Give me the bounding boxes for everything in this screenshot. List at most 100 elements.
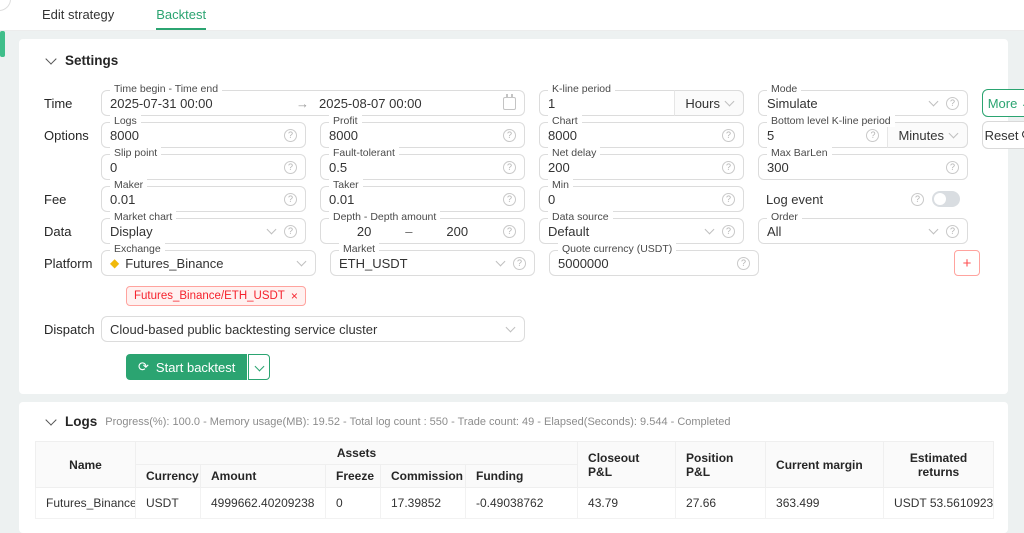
help-icon[interactable]: ?	[722, 225, 735, 238]
calendar-icon[interactable]	[503, 97, 516, 110]
help-icon[interactable]: ?	[722, 129, 735, 142]
bottom-kline-field[interactable]: Bottom level K-line period 5 ? Minutes	[758, 122, 968, 148]
maker-value[interactable]: 0.01	[110, 192, 277, 207]
time-range-field[interactable]: Time begin - Time end 2025-07-31 00:00 →…	[101, 90, 525, 116]
data-source-label: Data source	[548, 211, 613, 223]
taker-field[interactable]: Taker 0.01 ?	[320, 186, 525, 212]
help-icon[interactable]: ?	[737, 257, 750, 270]
depth-field[interactable]: Depth - Depth amount 20 – 200 ?	[320, 218, 525, 244]
fault-tolerant-field[interactable]: Fault-tolerant 0.5 ?	[320, 154, 525, 180]
market-label: Market	[339, 243, 379, 255]
help-icon[interactable]: ?	[866, 129, 879, 142]
col-name: Name	[36, 442, 136, 488]
chevron-down-icon	[929, 97, 939, 107]
close-icon[interactable]: ×	[291, 289, 298, 303]
help-icon[interactable]: ?	[503, 161, 516, 174]
arrow-right-icon: →	[286, 96, 319, 111]
start-backtest-button[interactable]: ⟳ Start backtest	[126, 354, 247, 380]
more-button[interactable]: More ▲	[982, 89, 1024, 117]
help-icon[interactable]: ?	[503, 225, 516, 238]
logs-header[interactable]: Logs Progress(%): 100.0 - Memory usage(M…	[19, 414, 1008, 429]
order-select[interactable]: Order All ?	[758, 218, 968, 244]
exchange-select[interactable]: Exchange ◆ Futures_Binance	[101, 250, 316, 276]
tab-edit-strategy[interactable]: Edit strategy	[42, 0, 114, 30]
logs-panel: Logs Progress(%): 100.0 - Memory usage(M…	[19, 402, 1008, 533]
settings-title: Settings	[65, 53, 118, 68]
help-icon[interactable]: ?	[946, 161, 959, 174]
chart-value[interactable]: 8000	[548, 128, 715, 143]
dispatch-select[interactable]: Cloud-based public backtesting service c…	[101, 316, 525, 342]
maker-field[interactable]: Maker 0.01 ?	[101, 186, 306, 212]
max-barlen-field[interactable]: Max BarLen 300 ?	[758, 154, 968, 180]
help-icon[interactable]: ?	[284, 129, 297, 142]
profit-label: Profit	[329, 115, 362, 127]
bottom-kline-value[interactable]: 5	[767, 128, 859, 143]
mode-select[interactable]: Mode Simulate ?	[758, 90, 968, 116]
tab-backtest[interactable]: Backtest	[156, 0, 206, 30]
max-barlen-value[interactable]: 300	[767, 160, 939, 175]
reset-button[interactable]: Reset ⟳	[982, 121, 1024, 149]
more-button-label: More	[988, 96, 1018, 111]
row-label-fee: Fee	[44, 192, 101, 207]
help-icon[interactable]: ?	[284, 225, 297, 238]
time-begin-value[interactable]: 2025-07-31 00:00	[110, 96, 286, 111]
help-icon[interactable]: ?	[284, 161, 297, 174]
profit-value[interactable]: 8000	[329, 128, 496, 143]
min-value[interactable]: 0	[548, 192, 715, 207]
profit-field[interactable]: Profit 8000 ?	[320, 122, 525, 148]
tab-bar: Edit strategy Backtest	[0, 0, 1024, 31]
kline-period-field[interactable]: K-line period 1 Hours	[539, 90, 744, 116]
help-icon[interactable]: ?	[722, 193, 735, 206]
kline-unit-select[interactable]: Hours	[674, 90, 744, 116]
col-commission: Commission	[381, 465, 466, 488]
logs-title: Logs	[65, 414, 97, 429]
min-field[interactable]: Min 0 ?	[539, 186, 744, 212]
chevron-down-icon	[949, 129, 959, 139]
col-amount: Amount	[201, 465, 326, 488]
row-dispatch: Dispatch Cloud-based public backtesting …	[44, 316, 1008, 342]
depth-max-value[interactable]: 200	[419, 224, 497, 239]
net-delay-value[interactable]: 200	[548, 160, 715, 175]
market-chart-select[interactable]: Market chart Display ?	[101, 218, 306, 244]
logs-value[interactable]: 8000	[110, 128, 277, 143]
scroll-indicator[interactable]	[0, 31, 5, 57]
table-header-row-1: Name Assets Closeout P&L Position P&L Cu…	[36, 442, 994, 465]
log-event-toggle[interactable]	[932, 191, 960, 207]
start-backtest-dropdown[interactable]	[248, 354, 270, 380]
col-closeout-pnl: Closeout P&L	[578, 442, 676, 488]
help-icon[interactable]: ?	[911, 193, 924, 206]
net-delay-field[interactable]: Net delay 200 ?	[539, 154, 744, 180]
kline-period-value[interactable]: 1	[548, 96, 666, 111]
settings-header[interactable]: Settings	[19, 53, 1008, 68]
add-platform-button[interactable]: +	[954, 250, 980, 276]
depth-min-value[interactable]: 20	[329, 224, 399, 239]
data-source-select[interactable]: Data source Default ?	[539, 218, 744, 244]
help-icon[interactable]: ?	[503, 193, 516, 206]
col-currency: Currency	[136, 465, 201, 488]
help-icon[interactable]: ?	[284, 193, 297, 206]
time-end-value[interactable]: 2025-08-07 00:00	[319, 96, 495, 111]
help-icon[interactable]: ?	[513, 257, 526, 270]
kline-period-label: K-line period	[548, 83, 615, 95]
row-label-dispatch: Dispatch	[44, 322, 101, 337]
bottom-kline-unit-select[interactable]: Minutes	[887, 122, 968, 148]
row-label-time: Time	[44, 96, 101, 111]
market-select[interactable]: Market ETH_USDT ?	[330, 250, 535, 276]
help-icon[interactable]: ?	[503, 129, 516, 142]
help-icon[interactable]: ?	[722, 161, 735, 174]
logs-field[interactable]: Logs 8000 ?	[101, 122, 306, 148]
taker-value[interactable]: 0.01	[329, 192, 496, 207]
chevron-down-icon	[725, 97, 735, 107]
mode-value: Simulate	[767, 96, 924, 111]
pair-tag[interactable]: Futures_Binance/ETH_USDT ×	[126, 286, 306, 306]
chart-field[interactable]: Chart 8000 ?	[539, 122, 744, 148]
slip-point-field[interactable]: Slip point 0 ?	[101, 154, 306, 180]
help-icon[interactable]: ?	[946, 225, 959, 238]
help-icon[interactable]: ?	[946, 97, 959, 110]
slip-point-value[interactable]: 0	[110, 160, 277, 175]
fault-tolerant-value[interactable]: 0.5	[329, 160, 496, 175]
start-button-row: ⟳ Start backtest	[126, 354, 1008, 380]
quote-currency-field[interactable]: Quote currency (USDT) 5000000 ?	[549, 250, 759, 276]
market-value: ETH_USDT	[339, 256, 491, 271]
quote-currency-value[interactable]: 5000000	[558, 256, 730, 271]
